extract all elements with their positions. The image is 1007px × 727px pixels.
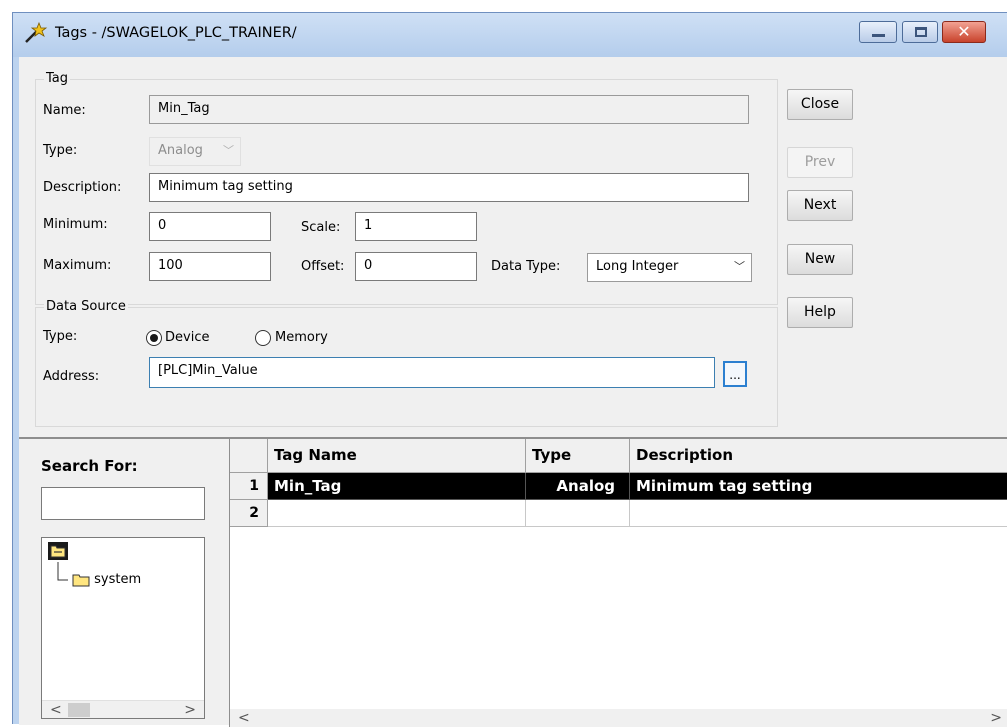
minimum-field[interactable]: 0 bbox=[149, 212, 271, 241]
chevron-down-icon: ﹀ bbox=[223, 144, 234, 157]
memory-radio[interactable] bbox=[255, 330, 271, 346]
title-bar[interactable]: Tags - /SWAGELOK_PLC_TRAINER/ ✕ bbox=[13, 13, 1007, 57]
minimum-label: Minimum: bbox=[43, 217, 108, 232]
type-value: Analog bbox=[158, 143, 203, 158]
tag-group-title: Tag bbox=[44, 71, 71, 86]
grid-corner bbox=[230, 439, 268, 473]
row-number: 1 bbox=[230, 473, 268, 500]
scroll-right-icon[interactable]: > bbox=[990, 709, 1002, 727]
scale-label: Scale: bbox=[301, 220, 341, 235]
address-label: Address: bbox=[43, 369, 100, 384]
tree-root-node[interactable] bbox=[48, 542, 68, 560]
device-radio[interactable] bbox=[146, 330, 162, 346]
device-radio-label[interactable]: Device bbox=[165, 330, 209, 345]
grid-horizontal-scrollbar[interactable]: < > bbox=[230, 709, 1007, 727]
help-button[interactable]: Help bbox=[787, 297, 853, 328]
scale-field[interactable]: 1 bbox=[355, 212, 477, 241]
cell-description[interactable]: Minimum tag setting bbox=[630, 473, 1007, 500]
source-type-label: Type: bbox=[43, 329, 78, 344]
scroll-left-icon[interactable]: < bbox=[50, 701, 62, 718]
scroll-right-icon[interactable]: > bbox=[184, 701, 196, 718]
folder-tree[interactable]: system < > bbox=[41, 537, 205, 719]
new-button[interactable]: New bbox=[787, 244, 853, 275]
next-button[interactable]: Next bbox=[787, 190, 853, 221]
row-number: 2 bbox=[230, 500, 268, 527]
name-label: Name: bbox=[43, 103, 86, 118]
tag-wand-icon bbox=[25, 21, 48, 43]
maximum-field[interactable]: 100 bbox=[149, 252, 271, 281]
type-label: Type: bbox=[43, 143, 78, 158]
dialog-client: Tag Name: Min_Tag Type: Analog ﹀ Descrip… bbox=[19, 57, 1007, 727]
cell-tag-name[interactable] bbox=[268, 500, 526, 527]
cell-description[interactable] bbox=[630, 500, 1007, 527]
data-type-label: Data Type: bbox=[491, 259, 561, 274]
search-input[interactable] bbox=[41, 487, 205, 520]
offset-label: Offset: bbox=[301, 259, 345, 274]
scroll-left-icon[interactable]: < bbox=[238, 709, 250, 727]
offset-field[interactable]: 0 bbox=[355, 252, 477, 281]
data-type-value: Long Integer bbox=[596, 259, 679, 274]
folder-icon bbox=[72, 574, 90, 586]
data-type-select[interactable]: Long Integer ﹀ bbox=[587, 253, 752, 282]
tags-window: Tags - /SWAGELOK_PLC_TRAINER/ ✕ Tag Name… bbox=[12, 12, 1007, 727]
window-title: Tags - /SWAGELOK_PLC_TRAINER/ bbox=[55, 25, 297, 41]
description-field[interactable]: Minimum tag setting bbox=[149, 173, 749, 202]
close-button[interactable]: Close bbox=[787, 89, 853, 120]
search-for-label: Search For: bbox=[41, 457, 138, 475]
description-label: Description: bbox=[43, 180, 122, 195]
tree-node-label: system bbox=[94, 572, 142, 587]
name-field[interactable]: Min_Tag bbox=[149, 95, 749, 124]
tree-connector bbox=[57, 562, 68, 581]
tree-horizontal-scrollbar[interactable]: < > bbox=[42, 700, 204, 718]
tags-grid[interactable]: Tag Name Type Description 1 Min_Tag Anal… bbox=[229, 439, 1007, 727]
close-icon: ✕ bbox=[957, 22, 971, 41]
column-header-tag-name[interactable]: Tag Name bbox=[268, 439, 526, 473]
column-header-description[interactable]: Description bbox=[630, 439, 1007, 473]
data-source-group-title: Data Source bbox=[44, 299, 128, 314]
minimize-icon bbox=[872, 34, 885, 37]
tag-editor-panel: Tag Name: Min_Tag Type: Analog ﹀ Descrip… bbox=[19, 57, 1007, 437]
tree-scroll-thumb[interactable] bbox=[68, 703, 90, 717]
column-header-type[interactable]: Type bbox=[526, 439, 630, 473]
tree-node-system[interactable]: system bbox=[72, 572, 141, 592]
cell-type[interactable]: Analog bbox=[526, 473, 630, 500]
window-close-button[interactable]: ✕ bbox=[942, 21, 986, 43]
prev-button[interactable]: Prev bbox=[787, 147, 853, 178]
tag-browser-panel: Search For: system < > Tag Name Type Des… bbox=[19, 437, 1007, 727]
memory-radio-label[interactable]: Memory bbox=[275, 330, 328, 345]
maximize-icon bbox=[915, 27, 927, 37]
folder-open-icon bbox=[50, 545, 66, 558]
maximize-button[interactable] bbox=[902, 21, 938, 43]
chevron-down-icon: ﹀ bbox=[734, 260, 745, 273]
maximum-label: Maximum: bbox=[43, 258, 112, 273]
address-field[interactable]: [PLC]Min_Value bbox=[149, 357, 715, 388]
cell-type[interactable] bbox=[526, 500, 630, 527]
address-browse-button[interactable]: ... bbox=[723, 361, 747, 387]
minimize-button[interactable] bbox=[859, 21, 897, 43]
cell-tag-name[interactable]: Min_Tag bbox=[268, 473, 526, 500]
type-select[interactable]: Analog ﹀ bbox=[149, 137, 241, 166]
